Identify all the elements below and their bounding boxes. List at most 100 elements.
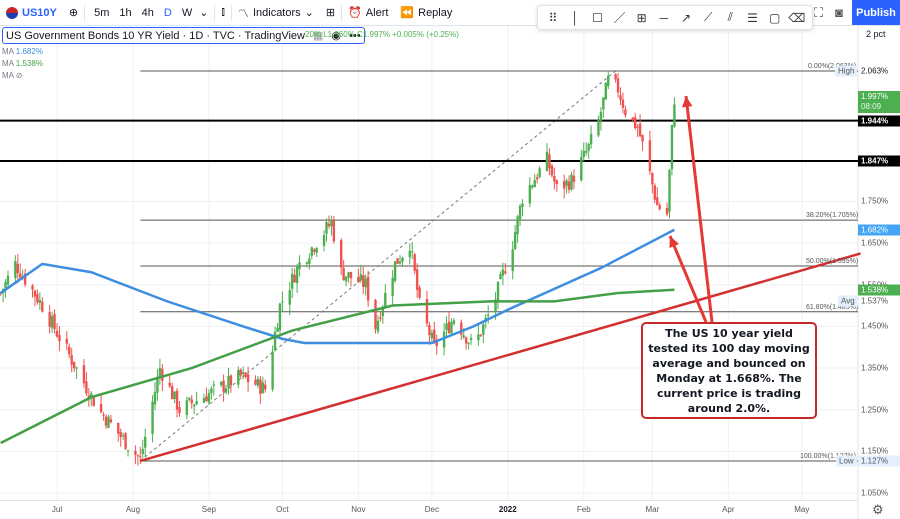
- price-tick-label: 1.750%: [861, 196, 889, 206]
- candle-body: [602, 97, 605, 110]
- eraser-icon[interactable]: ⌫: [788, 11, 806, 25]
- settings-gear-icon[interactable]: ⚙: [872, 502, 884, 518]
- crosshair-box-icon[interactable]: ⊞: [633, 11, 651, 25]
- candle-body: [565, 180, 568, 186]
- candle-body: [244, 372, 247, 378]
- replay-button[interactable]: ⏪ Replay: [394, 0, 458, 25]
- indicators-button[interactable]: 〽 Indicators ⌄: [232, 0, 320, 25]
- symbol-search[interactable]: US10Y: [0, 0, 63, 25]
- trendline-icon[interactable]: ／: [611, 9, 629, 26]
- publish-button[interactable]: Publish: [852, 0, 900, 25]
- ray-icon[interactable]: ⟋: [699, 10, 717, 25]
- scale-mode[interactable]: 2 pct: [866, 29, 886, 39]
- fullscreen-icon[interactable]: ⛶: [814, 5, 823, 21]
- candle-body: [462, 335, 465, 338]
- candle-body: [109, 419, 113, 423]
- candle-body: [207, 393, 211, 403]
- candle-body: [239, 369, 242, 376]
- candle-body: [229, 375, 233, 386]
- time-axis[interactable]: Jul Aug Sep Oct Nov Dec 2022 Feb Mar Apr May: [0, 500, 858, 519]
- candle-body: [428, 325, 431, 336]
- candle-body: [327, 223, 331, 227]
- time-tick-label: Feb: [576, 505, 591, 514]
- templates-button[interactable]: ⊞: [320, 0, 341, 25]
- time-tick-label: Sep: [201, 505, 217, 514]
- candle-body: [398, 261, 402, 264]
- annotation-textbox[interactable]: The US 10 year yield tested its 100 day …: [641, 322, 817, 419]
- candle-body: [36, 294, 39, 303]
- candle-body: [401, 257, 404, 262]
- eye-off-icon[interactable]: ⊘: [16, 71, 23, 80]
- interval-5m[interactable]: 5m: [91, 7, 112, 19]
- camera-icon[interactable]: ◙: [835, 5, 843, 21]
- candle-body: [50, 316, 54, 328]
- time-tick-label: Apr: [722, 505, 735, 514]
- candle-body: [330, 220, 333, 227]
- time-tick-label: 2022: [498, 505, 517, 514]
- candle-body: [452, 320, 456, 324]
- rectangle-icon[interactable]: ▢: [766, 11, 784, 25]
- ohlc-readout: 20% L1.960% C1.997% +0.005% (+0.25%): [305, 30, 459, 39]
- candle-body: [195, 401, 198, 405]
- candle-body: [256, 378, 260, 386]
- candle-body: [313, 249, 316, 252]
- candle-body: [141, 448, 144, 455]
- compare-button[interactable]: ⊕: [63, 0, 84, 25]
- drag-handle-icon[interactable]: ⠿: [544, 11, 562, 25]
- candle-body: [357, 276, 360, 283]
- candle-body: [134, 450, 137, 455]
- candle-body: [391, 277, 394, 296]
- interval-1h[interactable]: 1h: [116, 7, 134, 19]
- candle-body: [288, 290, 291, 305]
- candle-body: [65, 338, 68, 344]
- parallel-channel-icon[interactable]: ⫽: [721, 10, 739, 25]
- alert-button[interactable]: ⏰ Alert: [342, 0, 394, 25]
- candle-body: [264, 384, 267, 390]
- callout-icon[interactable]: ☐: [588, 11, 606, 25]
- level-tag: 1.847%: [858, 155, 900, 167]
- candle-body: [533, 180, 536, 188]
- candle-body: [281, 301, 284, 303]
- candle-body: [315, 247, 318, 253]
- candle-body: [99, 404, 103, 413]
- time-tick-label: Oct: [276, 505, 289, 514]
- horizontal-line-icon[interactable]: ─: [655, 11, 673, 25]
- time-tick-label: Jul: [51, 505, 63, 514]
- ma100-legend[interactable]: MA 1.682%: [2, 47, 365, 56]
- fib-retracement-icon[interactable]: ☰: [743, 11, 761, 25]
- last-price-tag: 1.997% 08:09: [858, 91, 900, 114]
- ma200-legend[interactable]: MA 1.538%: [2, 59, 365, 68]
- candle-body: [614, 74, 617, 80]
- interval-w[interactable]: W: [179, 7, 195, 19]
- candle-body: [670, 125, 674, 170]
- candle-body: [636, 126, 639, 128]
- interval-d[interactable]: D: [161, 7, 175, 19]
- candle-body: [273, 331, 277, 351]
- interval-4h[interactable]: 4h: [139, 7, 157, 19]
- candle-body: [364, 278, 367, 288]
- chart-type-button[interactable]: ⫾: [215, 0, 231, 25]
- ma200-line: [0, 288, 675, 445]
- candle-body: [450, 322, 453, 334]
- chevron-down-icon[interactable]: ⌄: [199, 6, 208, 19]
- candle-body: [597, 120, 600, 136]
- candle-body: [668, 169, 671, 212]
- candle-body: [31, 285, 34, 290]
- candle-body: [193, 404, 196, 407]
- cursor-line-icon[interactable]: │: [566, 11, 584, 25]
- candle-body: [408, 250, 411, 258]
- candle-body: [153, 391, 157, 405]
- price-tick-label: 1.050%: [861, 488, 889, 498]
- candle-body: [173, 391, 176, 399]
- arrow-line-icon[interactable]: ↗: [677, 11, 695, 25]
- rewind-icon: ⏪: [400, 7, 415, 19]
- candle-body: [528, 185, 532, 204]
- candle-body: [616, 78, 620, 93]
- candle-body: [305, 262, 309, 264]
- candle-body: [580, 156, 583, 181]
- candle-body: [33, 290, 37, 297]
- candle-body: [210, 388, 213, 394]
- ma-hidden-legend[interactable]: MA ⊘: [2, 71, 365, 80]
- candle-body: [188, 397, 191, 400]
- candles-icon: ⫾: [221, 6, 225, 18]
